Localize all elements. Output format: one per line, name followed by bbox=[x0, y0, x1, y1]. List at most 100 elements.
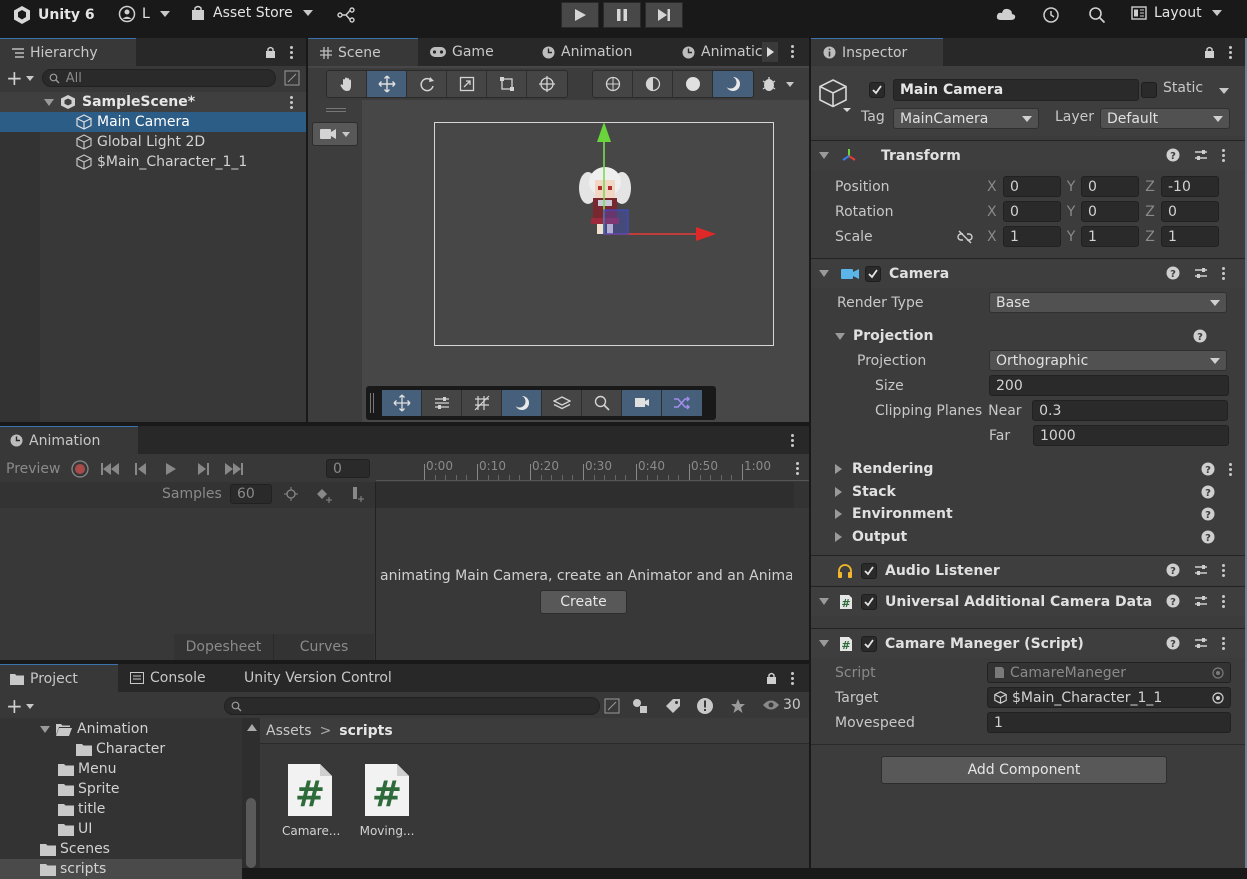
more-options-icon[interactable] bbox=[791, 671, 795, 685]
record-button[interactable] bbox=[70, 460, 89, 478]
shading-toggle-button[interactable] bbox=[633, 71, 673, 97]
search-filter-icon[interactable] bbox=[604, 698, 620, 714]
overlay-search-button[interactable] bbox=[582, 390, 622, 416]
rotate-tool-button[interactable] bbox=[407, 71, 447, 97]
more-options-icon[interactable] bbox=[1229, 462, 1233, 476]
more-options-icon[interactable] bbox=[791, 433, 795, 447]
help-icon[interactable]: ? bbox=[1193, 329, 1207, 343]
folder-menu[interactable]: Menu bbox=[58, 759, 116, 779]
hidden-count[interactable]: 30 bbox=[762, 697, 801, 713]
play-button[interactable] bbox=[561, 2, 599, 28]
expand-arrow-icon[interactable] bbox=[40, 725, 50, 733]
active-checkbox[interactable] bbox=[869, 82, 885, 98]
create-button[interactable]: + bbox=[6, 696, 34, 716]
lock-icon[interactable] bbox=[766, 672, 777, 684]
more-options-icon[interactable] bbox=[1222, 594, 1226, 608]
gizmos-dropdown[interactable] bbox=[760, 75, 794, 93]
scale-z-field[interactable]: 1 bbox=[1161, 226, 1219, 247]
scale-x-field[interactable]: 1 bbox=[1003, 226, 1061, 247]
hand-tool-button[interactable] bbox=[327, 71, 367, 97]
add-keyframe-icon[interactable] bbox=[316, 487, 334, 503]
rendering-section[interactable]: Rendering? bbox=[811, 458, 1247, 480]
collapse-arrow-icon[interactable] bbox=[819, 152, 829, 159]
drag-handle[interactable] bbox=[370, 393, 374, 413]
more-options-icon[interactable] bbox=[290, 95, 294, 109]
overlay-settings-button[interactable] bbox=[422, 390, 462, 416]
layer-dropdown[interactable]: Default bbox=[1100, 108, 1230, 129]
overlay-shuffle-button[interactable] bbox=[662, 390, 702, 416]
rotation-x-field[interactable]: 0 bbox=[1003, 201, 1061, 222]
preview-toggle[interactable]: Preview bbox=[6, 461, 61, 477]
movespeed-field[interactable]: 1 bbox=[987, 712, 1231, 733]
tab-version-control[interactable]: Unity Version Control bbox=[230, 664, 404, 692]
target-object-field[interactable]: $Main_Character_1_1 bbox=[987, 687, 1231, 708]
more-options-icon[interactable] bbox=[1222, 266, 1226, 280]
environment-section[interactable]: Environment? bbox=[811, 503, 1247, 525]
help-icon[interactable]: ? bbox=[1166, 266, 1180, 280]
tab-animation[interactable]: Animation bbox=[530, 38, 670, 66]
unlink-icon[interactable] bbox=[957, 230, 987, 244]
last-key-button[interactable] bbox=[224, 463, 243, 475]
frame-field[interactable]: 0 bbox=[326, 459, 370, 478]
unity-menu[interactable]: Unity 6 bbox=[12, 4, 95, 26]
script-object-field[interactable]: CamareManeger bbox=[987, 662, 1231, 683]
presets-icon[interactable] bbox=[1194, 594, 1208, 608]
near-field[interactable]: 0.3 bbox=[1032, 400, 1229, 421]
step-button[interactable] bbox=[645, 2, 683, 28]
tab-hierarchy[interactable]: Hierarchy bbox=[0, 38, 136, 66]
presets-icon[interactable] bbox=[1194, 148, 1208, 162]
help-icon[interactable]: ? bbox=[1201, 530, 1215, 544]
script-enabled-checkbox[interactable] bbox=[861, 635, 877, 652]
scroll-up-icon[interactable] bbox=[247, 724, 257, 731]
keyframe-target-icon[interactable] bbox=[284, 487, 298, 501]
tree-scrollbar[interactable] bbox=[242, 718, 260, 868]
tab-animation-window[interactable]: Animation bbox=[0, 426, 138, 454]
create-button[interactable]: + bbox=[6, 68, 34, 88]
add-event-icon[interactable] bbox=[350, 486, 366, 502]
rect-tool-button[interactable] bbox=[487, 71, 527, 97]
project-search-input[interactable] bbox=[224, 697, 600, 715]
tab-animator[interactable]: Animatic bbox=[670, 38, 762, 66]
camera-enabled-checkbox[interactable] bbox=[865, 265, 881, 282]
type-filter-icon[interactable] bbox=[632, 698, 648, 714]
scale-y-field[interactable]: 1 bbox=[1081, 226, 1139, 247]
asset-store-dropdown[interactable]: Asset Store bbox=[191, 5, 313, 21]
label-filter-icon[interactable] bbox=[665, 698, 681, 714]
camera-view-dropdown[interactable] bbox=[312, 122, 358, 146]
overlay-move-button[interactable] bbox=[382, 390, 422, 416]
help-icon[interactable]: ? bbox=[1201, 462, 1215, 476]
cloud-icon[interactable] bbox=[996, 6, 1016, 22]
folder-title[interactable]: title bbox=[58, 799, 105, 819]
folder-scripts[interactable]: scripts bbox=[0, 859, 242, 879]
hierarchy-search-input[interactable]: All bbox=[41, 69, 276, 87]
anim-play-button[interactable] bbox=[165, 463, 177, 475]
search-icon[interactable] bbox=[1088, 6, 1106, 24]
tab-dopesheet[interactable]: Dopesheet bbox=[174, 634, 274, 660]
expand-arrow-icon[interactable] bbox=[44, 98, 54, 106]
lighting-toggle-button[interactable] bbox=[713, 71, 753, 97]
scene-filter-icon[interactable] bbox=[284, 70, 300, 86]
hierarchy-item-main-camera[interactable]: Main Camera bbox=[0, 112, 306, 132]
layout-dropdown[interactable]: Layout bbox=[1131, 5, 1222, 21]
more-options-icon[interactable] bbox=[796, 462, 800, 475]
pivot-toggle-button[interactable] bbox=[593, 71, 633, 97]
output-section[interactable]: Output? bbox=[811, 525, 1247, 548]
more-options-icon[interactable] bbox=[1229, 45, 1233, 59]
breadcrumb-scripts[interactable]: scripts bbox=[339, 723, 392, 739]
move-gizmo[interactable] bbox=[592, 120, 722, 248]
more-options-icon[interactable] bbox=[1222, 636, 1226, 650]
tab-console[interactable]: Console bbox=[118, 664, 230, 692]
collapse-arrow-icon[interactable] bbox=[819, 640, 829, 647]
static-dropdown-icon[interactable] bbox=[1219, 88, 1229, 94]
help-icon[interactable]: ? bbox=[1166, 594, 1180, 608]
collapse-arrow-icon[interactable] bbox=[819, 598, 829, 605]
next-key-button[interactable] bbox=[197, 463, 209, 475]
folder-ui[interactable]: UI bbox=[58, 819, 92, 839]
first-key-button[interactable] bbox=[100, 463, 119, 475]
scroll-thumb[interactable] bbox=[246, 798, 256, 868]
folder-character[interactable]: Character bbox=[76, 739, 165, 759]
rotation-z-field[interactable]: 0 bbox=[1161, 201, 1219, 222]
lock-icon[interactable] bbox=[265, 46, 276, 58]
help-icon[interactable]: ? bbox=[1166, 563, 1180, 577]
urp-enabled-checkbox[interactable] bbox=[861, 593, 877, 610]
